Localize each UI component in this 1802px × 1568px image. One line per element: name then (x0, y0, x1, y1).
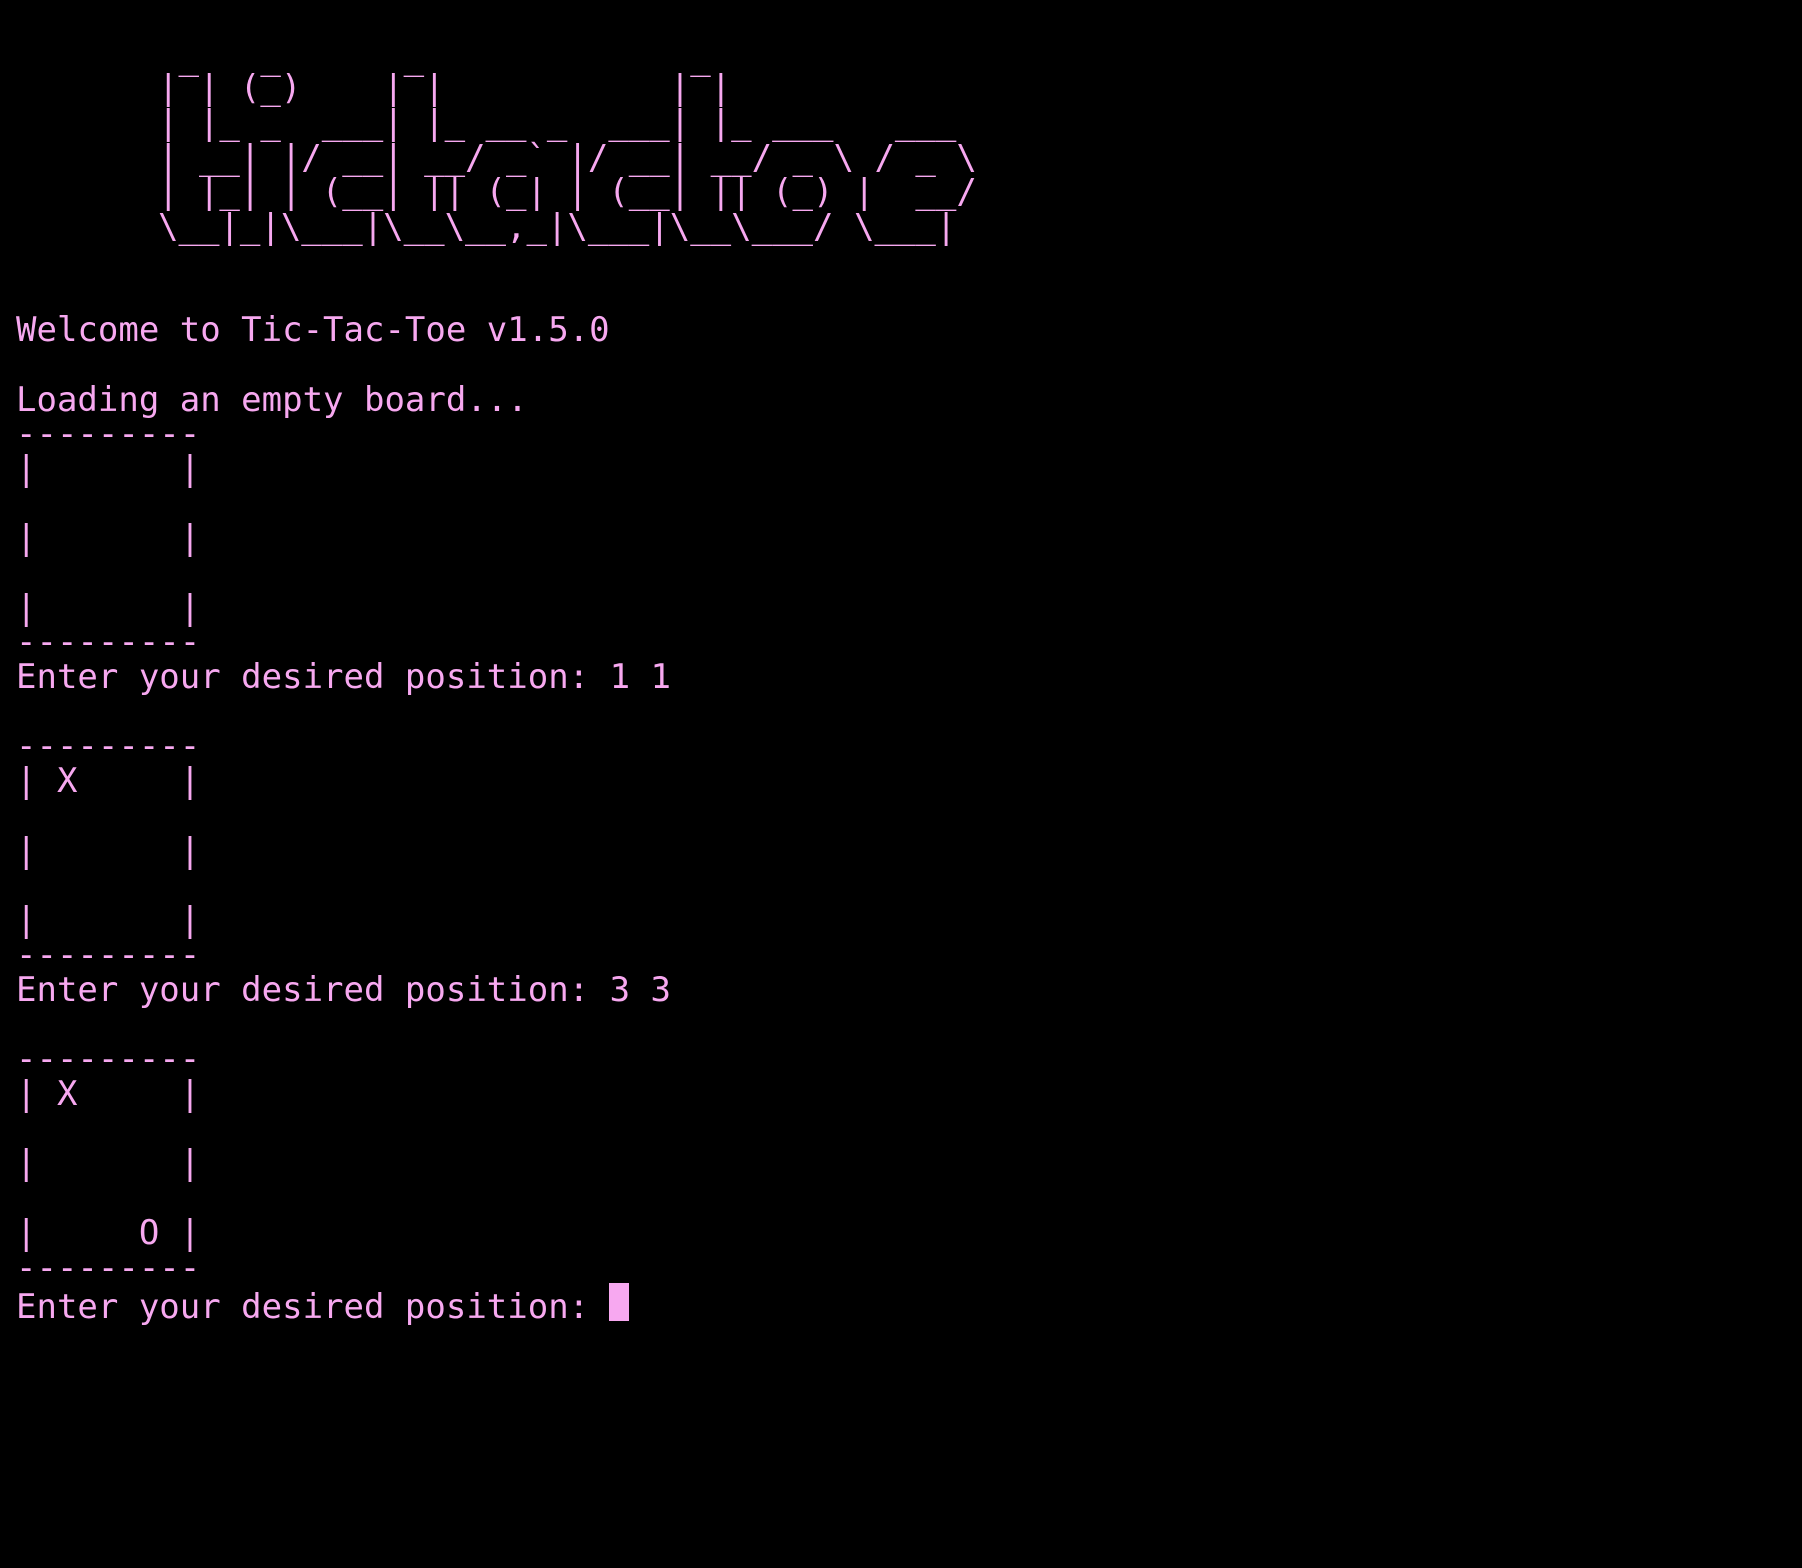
ascii-banner-line-2: | | (_) | | | | (158, 68, 732, 108)
board-1-top-border: --------- (16, 414, 201, 454)
board-2-row-1: | X | (16, 761, 201, 801)
board-2-row-2: | | (16, 831, 201, 871)
board-3-row-3: | O | (16, 1213, 201, 1253)
board-1-row-2: | | (16, 518, 201, 558)
board-2-row-3: | | (16, 900, 201, 940)
board-3-row-2: | | (16, 1143, 201, 1183)
prompt-line-1: Enter your desired position: 1 1 (16, 657, 672, 697)
board-1-row-1: | | (16, 449, 201, 489)
text-cursor (609, 1283, 630, 1321)
ascii-banner-line-6: \__|_|\___|\__\__,_|\___|\__\___/ \___| (158, 207, 957, 247)
active-prompt-line[interactable]: Enter your desired position: (16, 1283, 630, 1330)
board-2-top-border: --------- (16, 726, 201, 766)
terminal-window: _ _ _ _ | | (_) | | | | | |_ _ ___| |_ _… (0, 0, 1802, 1568)
prompt-label: Enter your desired position: (16, 1286, 590, 1327)
ascii-banner-line-3: | |_ _ ___| |_ __ _ ___| |_ ___ ___ (158, 103, 957, 143)
board-2-bottom-border: --------- (16, 935, 201, 975)
board-1-bottom-border: --------- (16, 622, 201, 662)
prompt-line-2: Enter your desired position: 3 3 (16, 970, 672, 1010)
board-3-bottom-border: --------- (16, 1248, 201, 1288)
welcome-message: Welcome to Tic-Tac-Toe v1.5.0 (16, 310, 610, 350)
board-3-row-1: | X | (16, 1074, 201, 1114)
prompt-input[interactable] (609, 1283, 630, 1330)
ascii-banner-line-5: | |_| | (__| || (_| | (__| || (_) | __/ (158, 172, 977, 212)
board-3-top-border: --------- (16, 1039, 201, 1079)
